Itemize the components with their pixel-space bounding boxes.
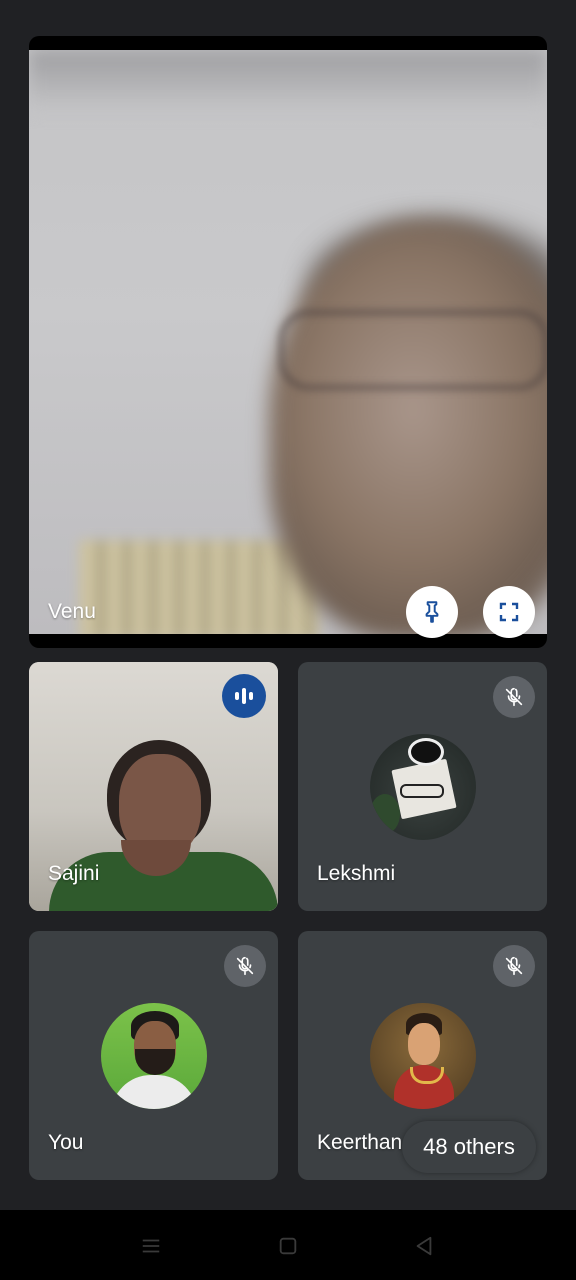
video-face: [269, 220, 547, 634]
home-button[interactable]: [274, 1232, 302, 1260]
menu-icon: [142, 1239, 160, 1253]
muted-indicator: [224, 945, 266, 987]
mic-off-icon: [236, 956, 254, 976]
muted-indicator: [493, 945, 535, 987]
speaking-indicator: [222, 674, 266, 718]
mic-off-icon: [505, 687, 523, 707]
fullscreen-icon: [499, 602, 519, 622]
main-video-tile[interactable]: Venu: [29, 36, 547, 648]
fullscreen-button[interactable]: [483, 586, 535, 638]
mic-off-icon: [505, 956, 523, 976]
participant-tile-sajini[interactable]: Sajini: [29, 662, 278, 911]
participant-name: Lekshmi: [317, 862, 396, 885]
audio-level-icon: [235, 688, 253, 704]
main-participant-name: Venu: [48, 600, 96, 623]
others-button[interactable]: 48 others: [402, 1121, 536, 1173]
video-glasses: [279, 310, 547, 390]
video-window-blinds: [79, 540, 319, 634]
back-button[interactable]: [410, 1232, 438, 1260]
participant-name: Keerthana: [317, 1131, 414, 1154]
avatar-you: [101, 1003, 207, 1109]
pin-icon: [425, 601, 439, 623]
participant-name: You: [48, 1131, 84, 1154]
avatar-lekshmi: [370, 734, 476, 840]
participant-tile-you[interactable]: You: [29, 931, 278, 1180]
participant-tile-lekshmi[interactable]: Lekshmi: [298, 662, 547, 911]
avatar-keerthana: [370, 1003, 476, 1109]
pin-button[interactable]: [406, 586, 458, 638]
back-icon: [416, 1236, 432, 1256]
muted-indicator: [493, 676, 535, 718]
home-icon: [279, 1237, 297, 1255]
video-ceiling: [29, 50, 547, 110]
participant-name: Sajini: [48, 862, 100, 885]
menu-button[interactable]: [137, 1232, 165, 1260]
system-nav-bar: [0, 1210, 576, 1280]
main-video-feed: [29, 50, 547, 634]
